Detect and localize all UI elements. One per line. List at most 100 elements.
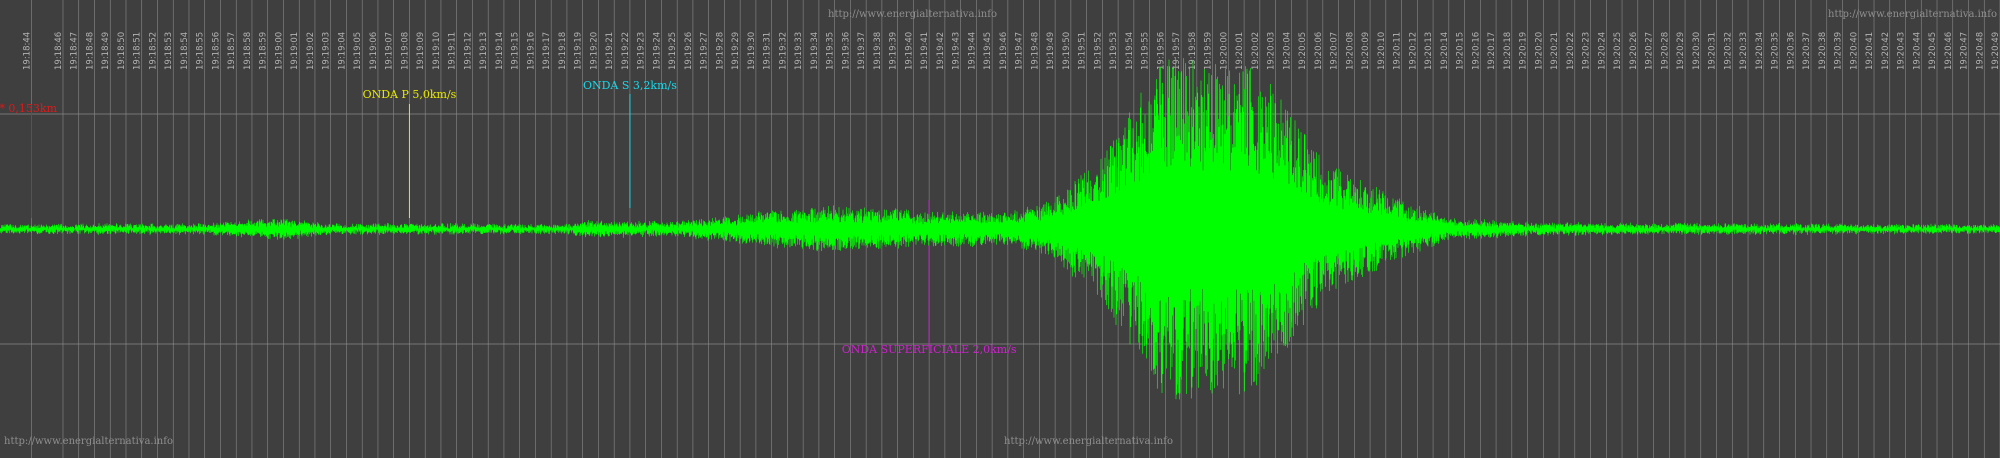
time-tick-label: 19:19:23 — [637, 32, 647, 70]
time-tick-label: 19:19:09 — [416, 32, 426, 70]
time-tick-label: 19:20:06 — [1314, 32, 1324, 70]
time-tick-label: 19:19:56 — [1156, 32, 1166, 70]
time-tick-label: 19:20:09 — [1361, 32, 1371, 70]
time-tick-label: 19:19:20 — [589, 32, 599, 70]
time-tick-label: 19:20:07 — [1330, 32, 1340, 70]
watermark-bottom-center: http://www.energialternativa.info — [1004, 436, 1173, 447]
time-tick-label: 19:20:45 — [1928, 32, 1938, 70]
time-tick-label: 19:18:54 — [180, 32, 190, 70]
time-tick-label: 19:20:48 — [1975, 32, 1985, 70]
marker-label: DA 1,5* 0,153km — [0, 102, 58, 115]
time-tick-label: 19:18:44 — [22, 32, 32, 70]
time-tick-label: 19:20:46 — [1944, 32, 1954, 70]
time-tick-label: 19:19:13 — [479, 32, 489, 70]
time-tick-label: 19:19:19 — [574, 32, 584, 70]
time-tick-label: 19:19:10 — [432, 32, 442, 70]
time-tick-label: 19:20:47 — [1960, 32, 1970, 70]
time-tick-label: 19:19:40 — [904, 32, 914, 70]
time-tick-label: 19:20:14 — [1440, 32, 1450, 70]
time-tick-label: 19:20:44 — [1912, 32, 1922, 70]
time-tick-label: 19:19:12 — [463, 32, 473, 70]
time-tick-label: 19:18:48 — [85, 32, 95, 70]
time-tick-label: 19:20:20 — [1534, 32, 1544, 70]
time-tick-label: 19:18:50 — [117, 32, 127, 70]
marker-label: ONDA S 3,2km/s — [583, 79, 677, 92]
time-tick-label: 19:20:17 — [1487, 32, 1497, 70]
time-tick-label: 19:19:24 — [652, 32, 662, 70]
time-tick-label: 19:20:13 — [1424, 32, 1434, 70]
time-tick-label: 19:18:46 — [54, 32, 64, 70]
time-tick-label: 19:20:32 — [1723, 32, 1733, 70]
time-tick-label: 19:20:25 — [1613, 32, 1623, 70]
time-tick-label: 19:19:22 — [621, 32, 631, 70]
time-tick-label: 19:20:08 — [1345, 32, 1355, 70]
time-tick-label: 19:20:24 — [1597, 32, 1607, 70]
time-tick-label: 19:19:36 — [841, 32, 851, 70]
time-tick-label: 19:19:11 — [448, 32, 458, 70]
time-tick-label: 19:20:19 — [1519, 32, 1529, 70]
time-tick-label: 19:20:15 — [1456, 32, 1466, 70]
time-tick-label: 19:20:26 — [1629, 32, 1639, 70]
marker-label: ONDA SUPERFICIALE 2,0km/s — [842, 343, 1017, 356]
time-tick-label: 19:19:25 — [668, 32, 678, 70]
time-tick-label: 19:19:08 — [400, 32, 410, 70]
time-tick-label: 19:19:37 — [857, 32, 867, 70]
time-tick-label: 19:20:04 — [1282, 32, 1292, 70]
watermark-bottom-left: http://www.energialternativa.info — [4, 436, 173, 447]
time-tick-label: 19:19:42 — [936, 32, 946, 70]
time-tick-label: 19:18:53 — [164, 32, 174, 70]
time-tick-label: 19:20:21 — [1550, 32, 1560, 70]
time-tick-label: 19:19:44 — [967, 32, 977, 70]
time-tick-label: 19:20:12 — [1408, 32, 1418, 70]
time-tick-label: 19:19:28 — [715, 32, 725, 70]
time-tick-label: 19:20:31 — [1708, 32, 1718, 70]
time-tick-label: 19:20:43 — [1897, 32, 1907, 70]
time-tick-label: 19:19:16 — [526, 32, 536, 70]
time-tick-label: 19:19:47 — [1015, 32, 1025, 70]
time-tick-label: 19:19:17 — [542, 32, 552, 70]
time-tick-label: 19:18:59 — [259, 32, 269, 70]
time-tick-label: 19:19:34 — [810, 32, 820, 70]
time-tick-label: 19:19:53 — [1109, 32, 1119, 70]
time-tick-label: 19:20:22 — [1566, 32, 1576, 70]
time-tick-label: 19:20:34 — [1755, 32, 1765, 70]
time-tick-label: 19:20:42 — [1881, 32, 1891, 70]
seismogram-chart: 19:18:44 19:18:46 19:18:47 19:18:48 19:18:49… — [0, 0, 2000, 458]
time-tick-label: 19:20:27 — [1645, 32, 1655, 70]
time-tick-label: 19:20:10 — [1377, 32, 1387, 70]
time-tick-label: 19:18:52 — [148, 32, 158, 70]
time-tick-label: 19:19:00 — [274, 32, 284, 70]
time-tick-label: 19:19:43 — [952, 32, 962, 70]
time-tick-label: 19:19:01 — [290, 32, 300, 70]
time-tick-label: 19:19:18 — [558, 32, 568, 70]
time-tick-label: 19:20:35 — [1771, 32, 1781, 70]
time-tick-label: 19:19:35 — [826, 32, 836, 70]
time-tick-label: 19:19:59 — [1204, 32, 1214, 70]
time-tick-label: 19:18:57 — [227, 32, 237, 70]
time-tick-label: 19:19:15 — [511, 32, 521, 70]
time-tick-label: 19:20:00 — [1219, 32, 1229, 70]
time-tick-label: 19:19:29 — [731, 32, 741, 70]
time-tick-label: 19:20:29 — [1676, 32, 1686, 70]
time-tick-label: 19:19:31 — [763, 32, 773, 70]
time-tick-label: 19:20:05 — [1298, 32, 1308, 70]
time-tick-labels: 19:18:44 19:18:46 19:18:47 19:18:48 19:18:49… — [22, 32, 2000, 70]
marker-label: ONDA P 5,0km/s — [363, 88, 457, 101]
time-tick-label: 19:19:03 — [322, 32, 332, 70]
watermark-top-right: http://www.energialternativa.info — [1828, 9, 1997, 20]
watermark-top-center: http://www.energialternativa.info — [828, 9, 997, 20]
time-tick-label: 19:20:23 — [1582, 32, 1592, 70]
time-tick-label: 19:19:32 — [778, 32, 788, 70]
time-tick-label: 19:18:47 — [70, 32, 80, 70]
time-tick-label: 19:19:57 — [1172, 32, 1182, 70]
time-tick-label: 19:20:18 — [1503, 32, 1513, 70]
time-tick-label: 19:18:49 — [101, 32, 111, 70]
time-tick-label: 19:20:01 — [1235, 32, 1245, 70]
time-tick-label: 19:19:54 — [1125, 32, 1135, 70]
time-tick-label: 19:20:38 — [1818, 32, 1828, 70]
time-tick-label: 19:20:03 — [1267, 32, 1277, 70]
time-tick-label: 19:18:56 — [211, 32, 221, 70]
time-tick-label: 19:19:06 — [369, 32, 379, 70]
time-tick-label: 19:20:30 — [1692, 32, 1702, 70]
time-tick-label: 19:20:11 — [1393, 32, 1403, 70]
